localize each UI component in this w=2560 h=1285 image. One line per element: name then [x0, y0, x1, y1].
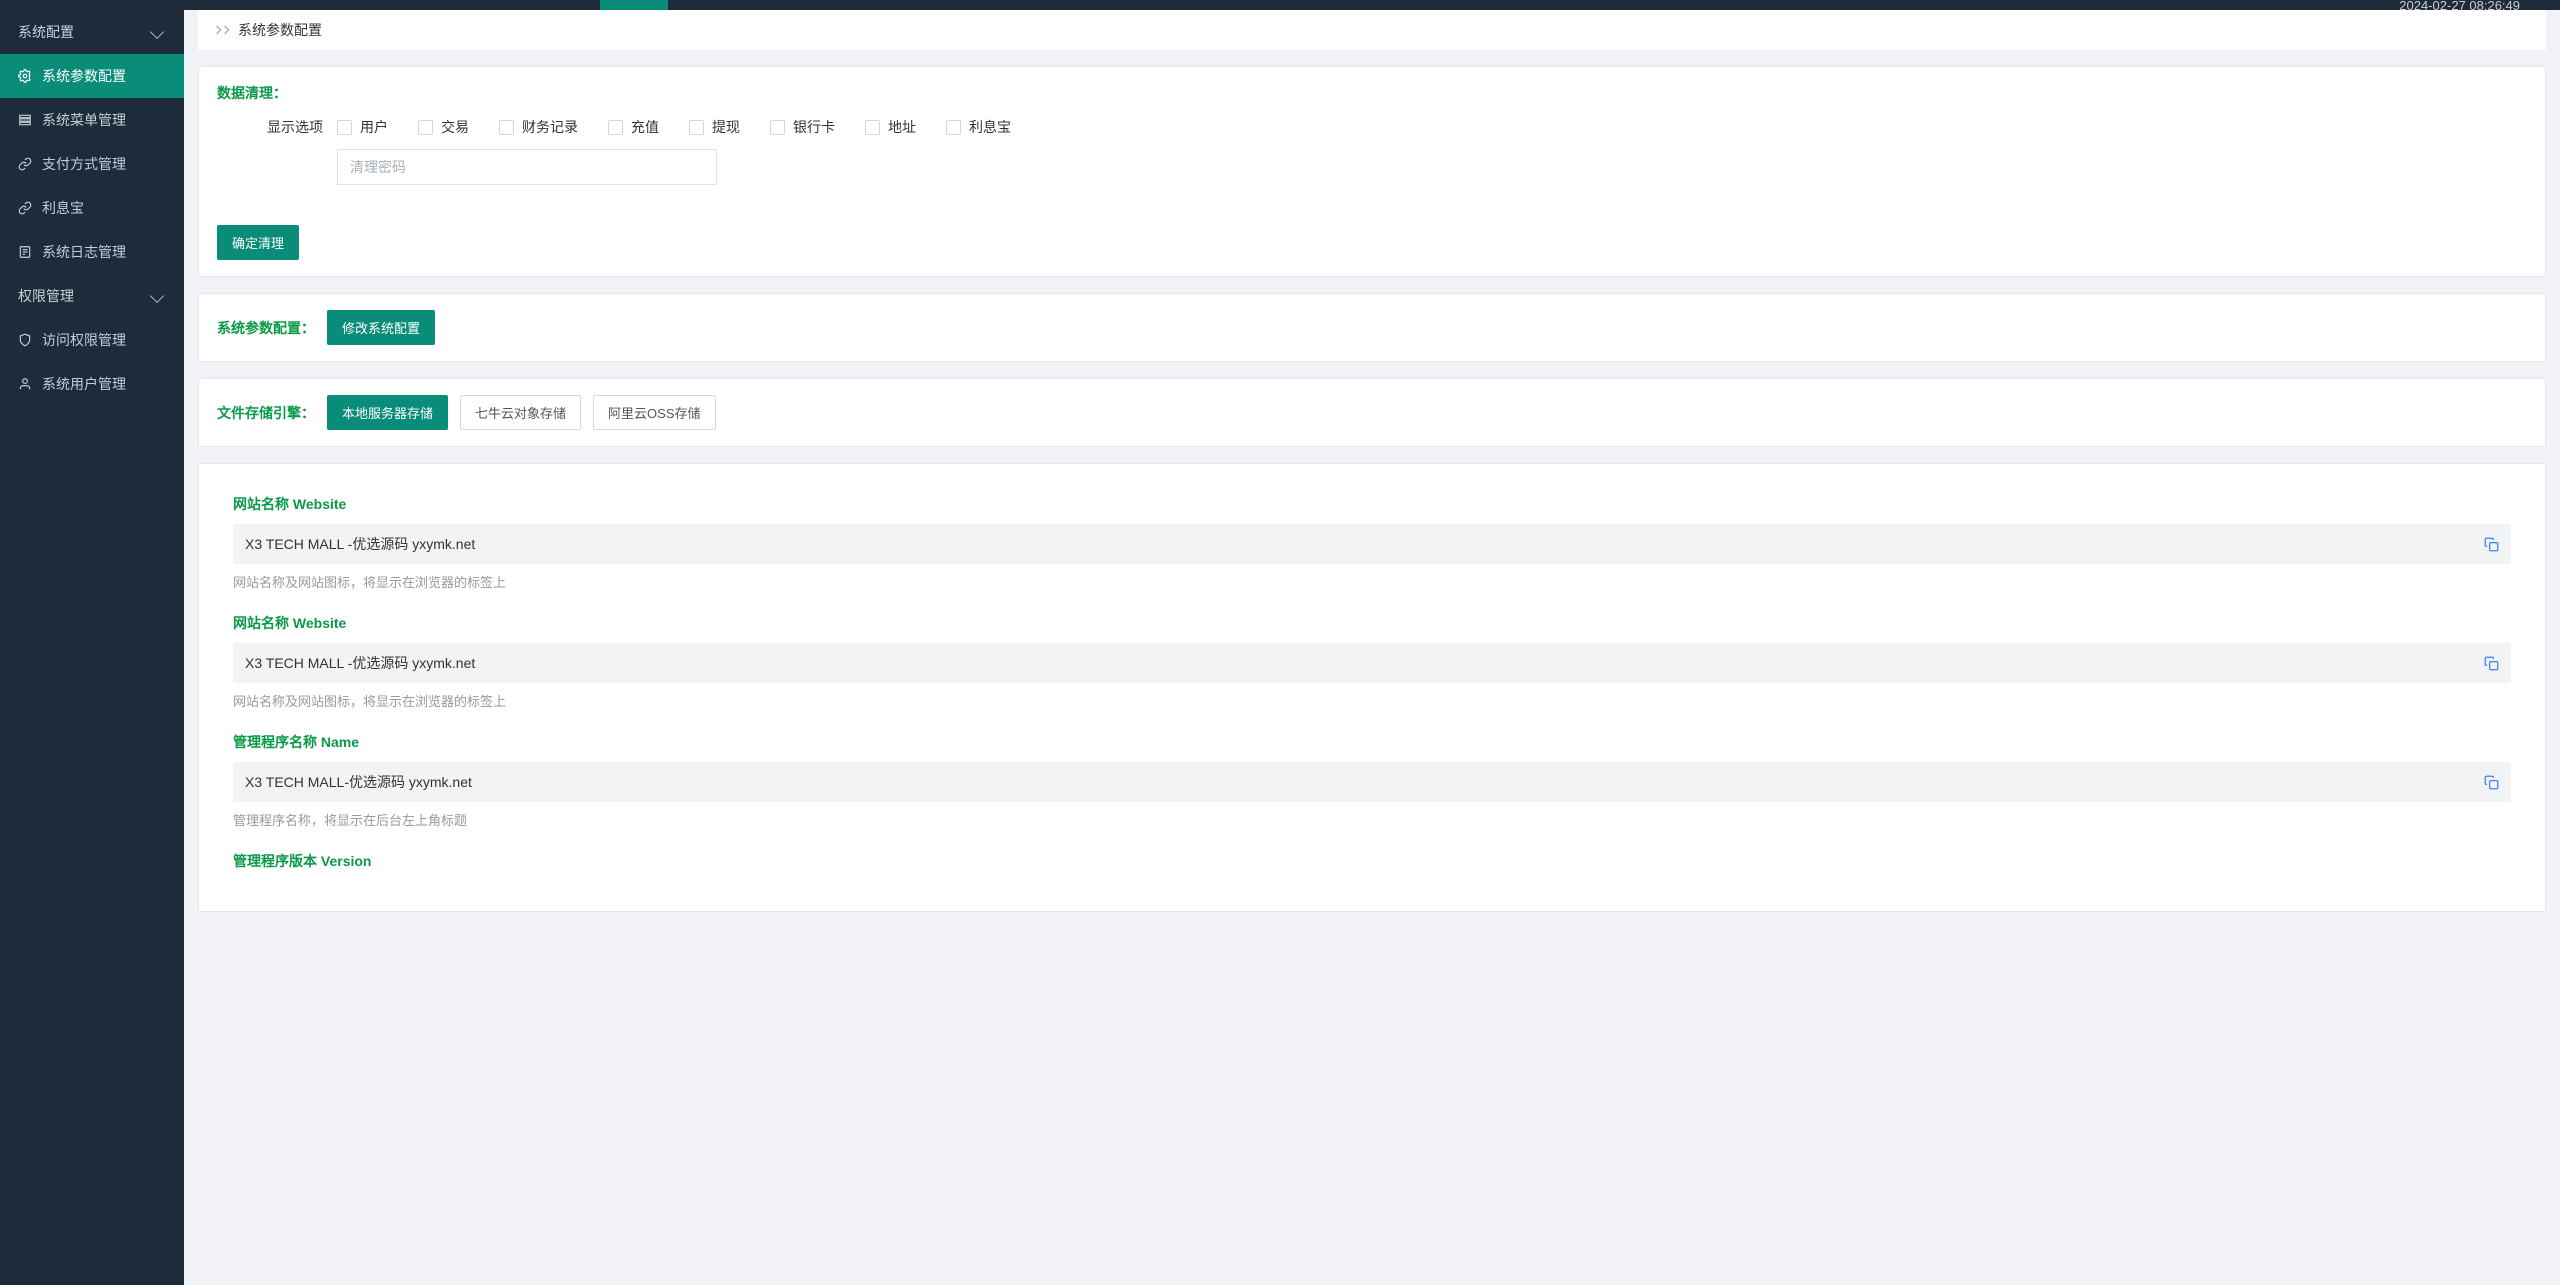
- storage-panel: 文件存储引擎： 本地服务器存储 七牛云对象存储 阿里云OSS存储: [198, 378, 2546, 447]
- breadcrumb-title: 系统参数配置: [238, 20, 322, 40]
- config-item-website2: 网站名称 Website X3 TECH MALL -优选源码 yxymk.ne…: [233, 613, 2511, 710]
- options-row: 显示选项 用户 交易 财务记录 充值 提现 银行卡 地址 利息宝: [217, 117, 2527, 185]
- modify-config-button[interactable]: 修改系统配置: [327, 310, 435, 345]
- sidebar-item-payment[interactable]: 支付方式管理: [0, 142, 184, 186]
- checkbox-icon[interactable]: [337, 120, 352, 135]
- sidebar-item-label: 系统用户管理: [42, 374, 126, 394]
- config-item-version: 管理程序版本 Version: [233, 851, 2511, 871]
- config-desc: 管理程序名称，将显示在后台左上角标题: [233, 810, 2511, 829]
- sidebar-item-label: 系统菜单管理: [42, 110, 126, 130]
- gear-icon: [18, 69, 32, 83]
- sidebar-item-label: 系统参数配置: [42, 66, 126, 86]
- copy-icon[interactable]: [2484, 656, 2499, 671]
- sidebar-group-label: 系统配置: [18, 22, 74, 42]
- sidebar-item-label: 访问权限管理: [42, 330, 126, 350]
- checkbox-icon[interactable]: [770, 120, 785, 135]
- checkbox-label: 银行卡: [793, 117, 835, 137]
- sidebar-item-log[interactable]: 系统日志管理: [0, 230, 184, 274]
- config-list-panel: 网站名称 Website X3 TECH MALL -优选源码 yxymk.ne…: [198, 463, 2546, 912]
- chevron-down-icon: [150, 289, 164, 303]
- checkbox-icon[interactable]: [608, 120, 623, 135]
- storage-option-local[interactable]: 本地服务器存储: [327, 395, 448, 430]
- sidebar-item-label: 支付方式管理: [42, 154, 126, 174]
- sidebar-item-label: 利息宝: [42, 198, 84, 218]
- checkbox-icon[interactable]: [865, 120, 880, 135]
- config-value-text: X3 TECH MALL-优选源码 yxymk.net: [245, 772, 472, 792]
- list-icon: [18, 113, 32, 127]
- config-value: X3 TECH MALL -优选源码 yxymk.net: [233, 643, 2511, 683]
- doc-icon: [18, 245, 32, 259]
- breadcrumb: 系统参数配置: [198, 10, 2546, 50]
- checkbox-item-withdraw[interactable]: 提现: [689, 117, 740, 137]
- chevron-down-icon: [150, 25, 164, 39]
- sidebar-item-label: 系统日志管理: [42, 242, 126, 262]
- copy-icon[interactable]: [2484, 537, 2499, 552]
- link-icon: [18, 157, 32, 171]
- sidebar: 系统配置 系统参数配置 系统菜单管理 支付方式管理 利息宝: [0, 0, 184, 1285]
- checkbox-line: 用户 交易 财务记录 充值 提现 银行卡 地址 利息宝: [337, 117, 2527, 137]
- checkbox-icon[interactable]: [689, 120, 704, 135]
- top-header: 2024-02-27 08:26:49: [0, 0, 2560, 10]
- header-accent: [600, 0, 668, 10]
- checkbox-label: 地址: [888, 117, 916, 137]
- config-desc: 网站名称及网站图标，将显示在浏览器的标签上: [233, 691, 2511, 710]
- timestamp: 2024-02-27 08:26:49: [2399, 0, 2520, 13]
- checkbox-item-trade[interactable]: 交易: [418, 117, 469, 137]
- sysparam-panel: 系统参数配置： 修改系统配置: [198, 293, 2546, 362]
- checkbox-item-user[interactable]: 用户: [337, 117, 388, 137]
- options-label: 显示选项: [217, 117, 337, 137]
- checkbox-item-address[interactable]: 地址: [865, 117, 916, 137]
- sidebar-group-permission[interactable]: 权限管理: [0, 274, 184, 318]
- checkbox-icon[interactable]: [499, 120, 514, 135]
- panel-title: 文件存储引擎：: [217, 403, 315, 423]
- checkbox-item-bank[interactable]: 银行卡: [770, 117, 835, 137]
- config-item-name: 管理程序名称 Name X3 TECH MALL-优选源码 yxymk.net …: [233, 732, 2511, 829]
- config-value: X3 TECH MALL-优选源码 yxymk.net: [233, 762, 2511, 802]
- main-content: 系统参数配置 数据清理： 显示选项 用户 交易 财务记录 充值 提现 银行卡 地…: [184, 0, 2560, 1285]
- panel-title: 数据清理：: [217, 83, 2527, 103]
- checkbox-label: 提现: [712, 117, 740, 137]
- checkbox-icon[interactable]: [946, 120, 961, 135]
- shield-icon: [18, 333, 32, 347]
- confirm-clean-button[interactable]: 确定清理: [217, 225, 299, 260]
- sidebar-item-interest[interactable]: 利息宝: [0, 186, 184, 230]
- clean-password-input[interactable]: [337, 149, 717, 185]
- config-label: 网站名称 Website: [233, 494, 2511, 514]
- checkbox-icon[interactable]: [418, 120, 433, 135]
- checkbox-label: 利息宝: [969, 117, 1011, 137]
- sidebar-item-menu[interactable]: 系统菜单管理: [0, 98, 184, 142]
- panel-title: 系统参数配置：: [217, 318, 315, 338]
- config-label: 管理程序版本 Version: [233, 851, 2511, 871]
- sidebar-item-sysparam[interactable]: 系统参数配置: [0, 54, 184, 98]
- checkbox-label: 充值: [631, 117, 659, 137]
- sidebar-item-user[interactable]: 系统用户管理: [0, 362, 184, 406]
- user-icon: [18, 377, 32, 391]
- checkbox-label: 用户: [360, 117, 388, 137]
- checkbox-label: 交易: [441, 117, 469, 137]
- checkbox-label: 财务记录: [522, 117, 578, 137]
- config-label: 管理程序名称 Name: [233, 732, 2511, 752]
- config-label: 网站名称 Website: [233, 613, 2511, 633]
- storage-option-qiniu[interactable]: 七牛云对象存储: [460, 395, 581, 430]
- checkbox-item-recharge[interactable]: 充值: [608, 117, 659, 137]
- app-container: 系统配置 系统参数配置 系统菜单管理 支付方式管理 利息宝: [0, 0, 2560, 1285]
- copy-icon[interactable]: [2484, 775, 2499, 790]
- config-value: X3 TECH MALL -优选源码 yxymk.net: [233, 524, 2511, 564]
- config-item-website1: 网站名称 Website X3 TECH MALL -优选源码 yxymk.ne…: [233, 494, 2511, 591]
- checkbox-item-interest[interactable]: 利息宝: [946, 117, 1011, 137]
- chevron-right-icon: [221, 26, 229, 34]
- config-desc: 网站名称及网站图标，将显示在浏览器的标签上: [233, 572, 2511, 591]
- link-icon: [18, 201, 32, 215]
- sidebar-group-system[interactable]: 系统配置: [0, 10, 184, 54]
- checkbox-item-finance[interactable]: 财务记录: [499, 117, 578, 137]
- config-value-text: X3 TECH MALL -优选源码 yxymk.net: [245, 653, 475, 673]
- sidebar-group-label: 权限管理: [18, 286, 74, 306]
- sidebar-item-access[interactable]: 访问权限管理: [0, 318, 184, 362]
- data-clean-panel: 数据清理： 显示选项 用户 交易 财务记录 充值 提现 银行卡 地址 利息宝: [198, 66, 2546, 277]
- config-value-text: X3 TECH MALL -优选源码 yxymk.net: [245, 534, 475, 554]
- storage-option-aliyun[interactable]: 阿里云OSS存储: [593, 395, 715, 430]
